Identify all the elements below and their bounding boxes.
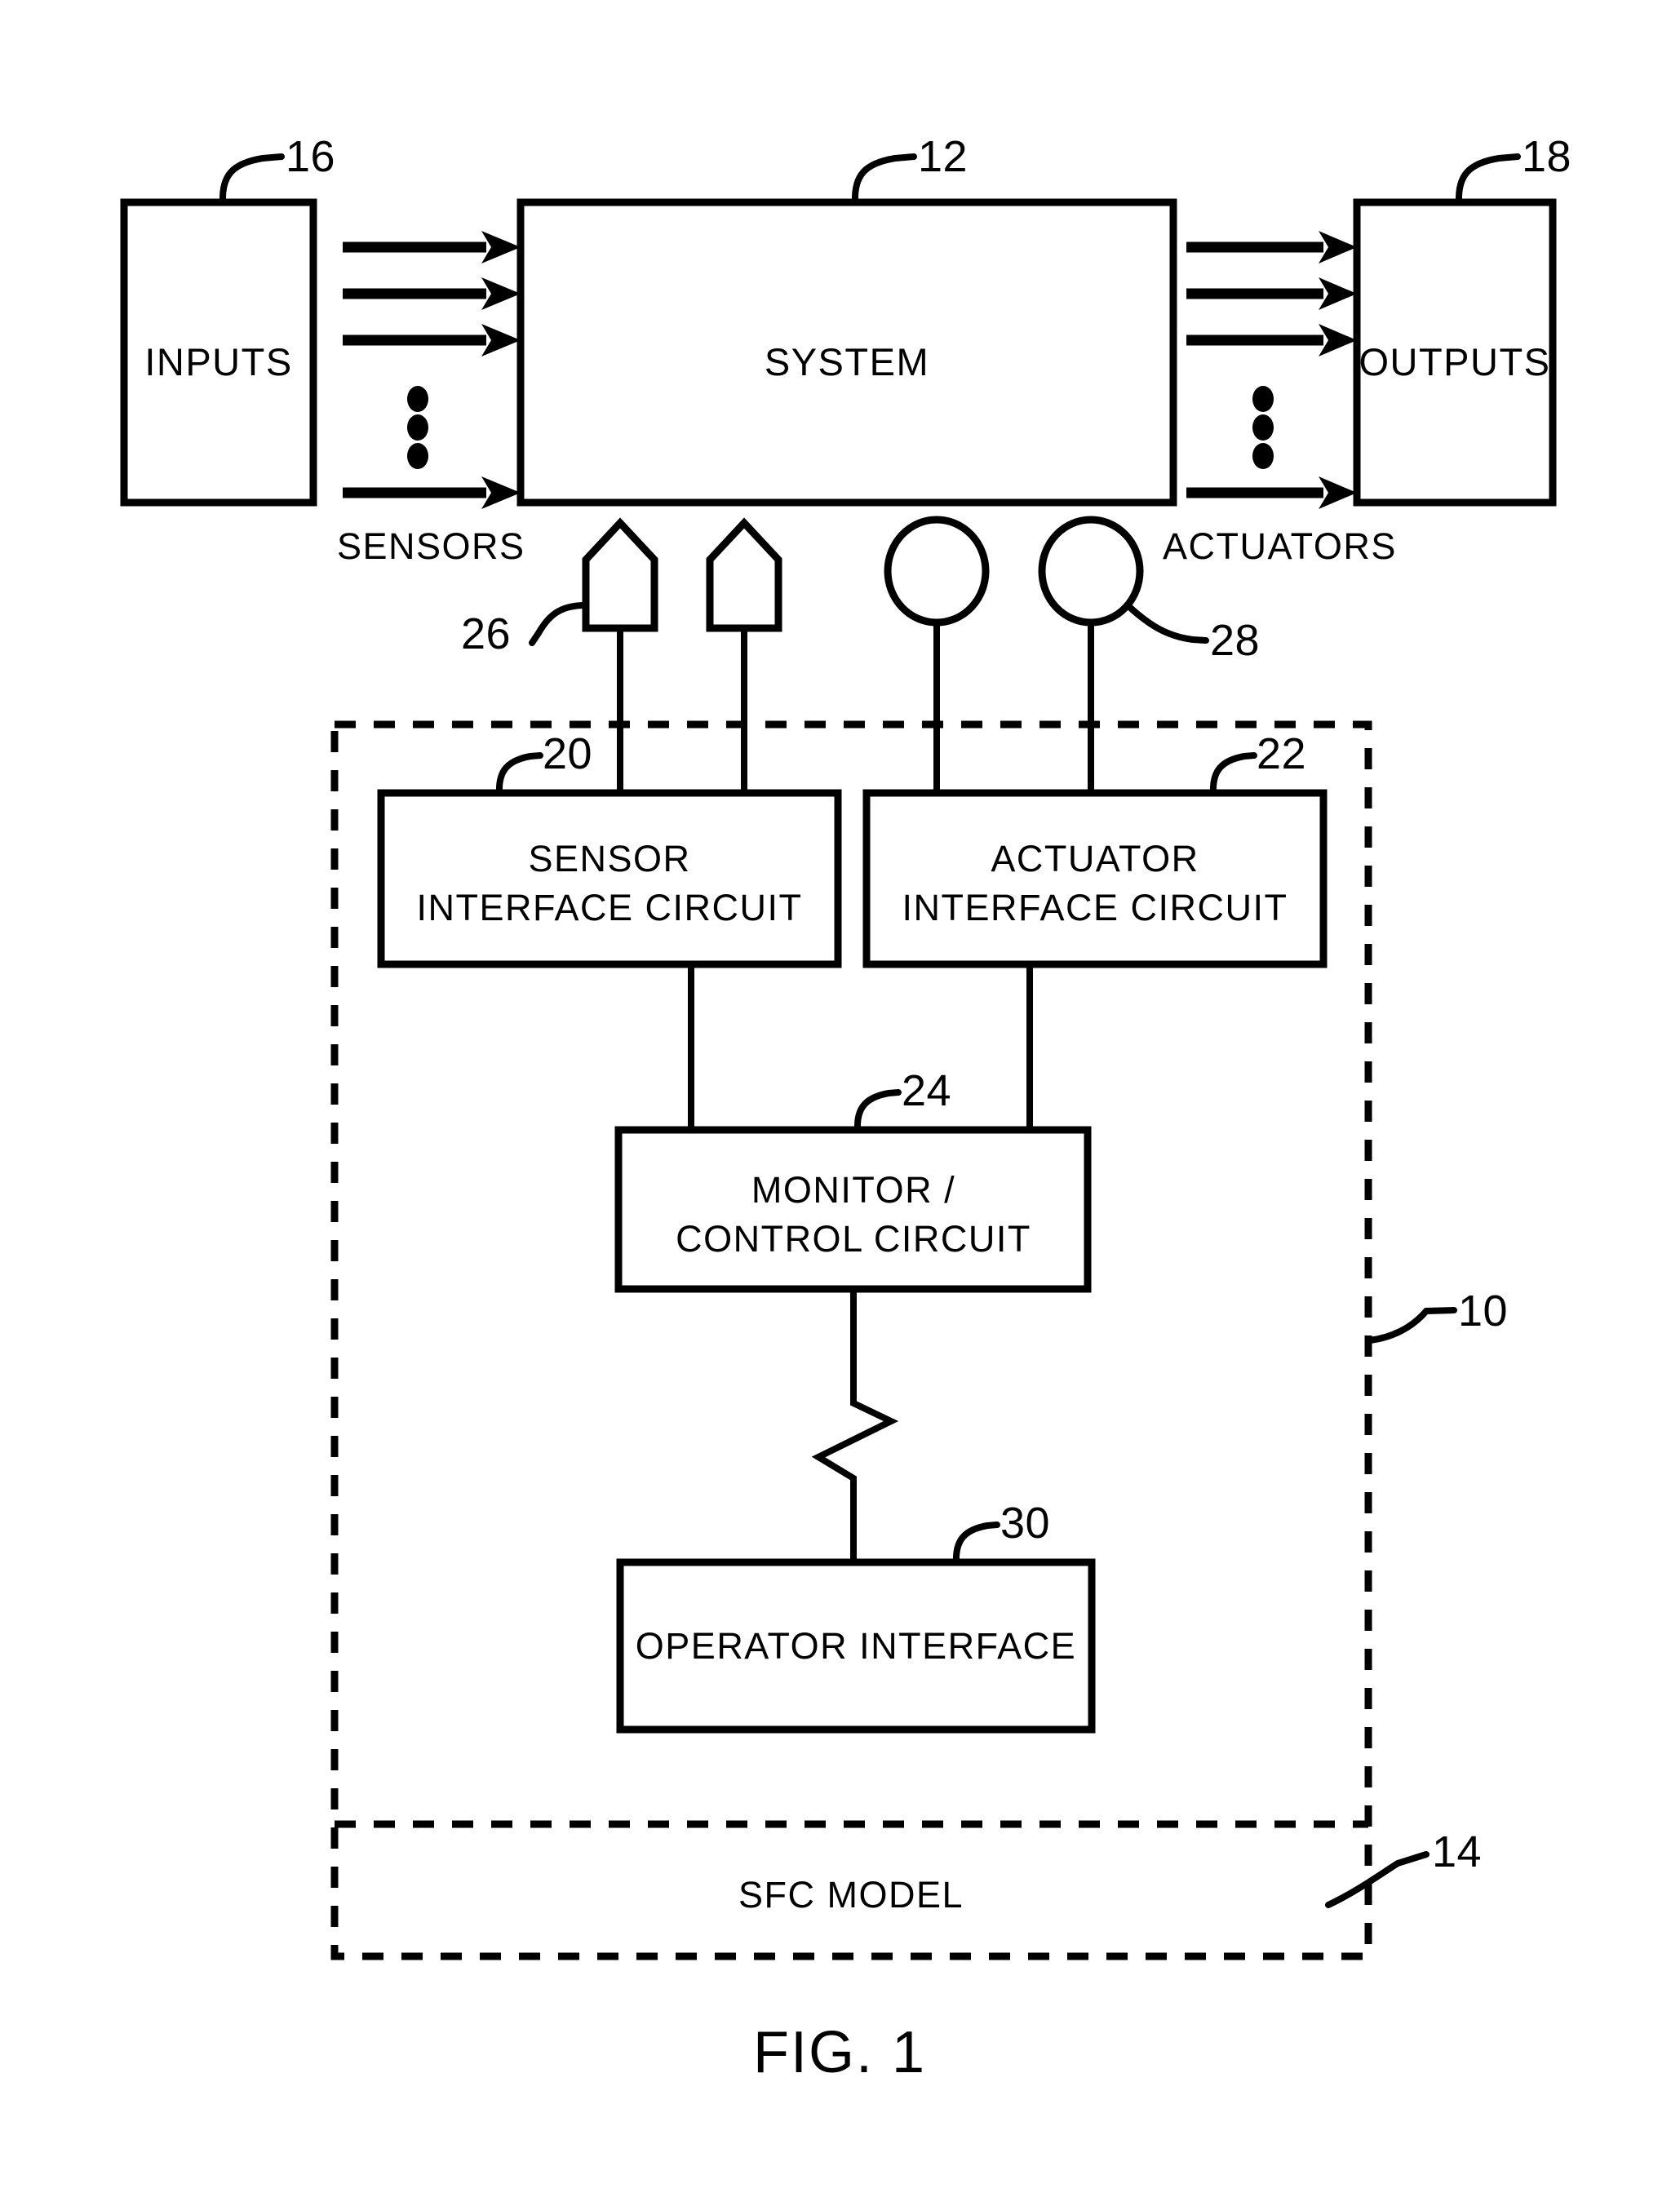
ref-10-group: 10 <box>1366 1287 1508 1344</box>
input-arrow-1 <box>343 231 521 264</box>
ref-22-leader-line <box>1209 752 1257 795</box>
input-arrow-3 <box>343 324 521 357</box>
ref-16-group: 16 <box>219 132 335 205</box>
system-block: SYSTEM <box>516 198 1177 507</box>
sensor-pentagon-icon-2 <box>706 517 782 632</box>
ref-22-group: 22 <box>1209 729 1306 795</box>
ref-24-leader-line <box>853 1089 902 1132</box>
sensor-pentagon-icon-1 <box>582 517 658 632</box>
ref-24-group: 24 <box>853 1066 951 1132</box>
figure-canvas: INPUTS 16 SYSTEM 12 OUTPUTS 18 SENSORS A… <box>120 132 1571 2085</box>
ref-20-group: 20 <box>495 729 592 795</box>
monitor-control-circuit-block: MONITOR / CONTROL CIRCUIT <box>614 1126 1092 1293</box>
sfc-model-label: SFC MODEL <box>738 1874 964 1916</box>
actuator-symbol-2 <box>1038 516 1144 793</box>
zigzag-break-symbol <box>811 1289 899 1562</box>
actuators-label: ACTUATORS <box>1163 525 1397 567</box>
figure-caption: FIG. 1 <box>753 2020 926 2085</box>
actuator-interface-circuit-block: ACTUATOR INTERFACE CIRCUIT <box>862 789 1328 968</box>
output-ellipsis-dots <box>1252 386 1274 469</box>
ref-28-leader-line <box>1124 602 1209 644</box>
output-arrow-1 <box>1186 231 1357 264</box>
input-arrow-2 <box>343 277 521 310</box>
ref-22-number: 22 <box>1257 729 1306 778</box>
ref-16-leader-line <box>219 153 285 205</box>
ref-14-number: 14 <box>1432 1827 1482 1876</box>
ref-18-group: 18 <box>1455 132 1571 205</box>
patent-figure: INPUTS 16 SYSTEM 12 OUTPUTS 18 SENSORS A… <box>0 0 1680 2197</box>
output-arrow-3 <box>1186 324 1357 357</box>
output-signal-arrows <box>1186 231 1357 509</box>
monitor-control-label-line2: CONTROL CIRCUIT <box>676 1218 1031 1260</box>
inputs-block: INPUTS <box>120 198 317 507</box>
ref-10-number: 10 <box>1458 1287 1508 1335</box>
outputs-label: OUTPUTS <box>1359 340 1550 383</box>
ref-30-group: 30 <box>952 1499 1050 1565</box>
sensor-symbol-1 <box>582 517 658 793</box>
ref-20-leader-line <box>495 752 543 795</box>
sensor-symbols <box>582 517 782 793</box>
inputs-label: INPUTS <box>144 340 292 383</box>
sensor-interface-circuit-label-line1: SENSOR <box>528 838 690 879</box>
ref-12-leader-line <box>851 153 917 205</box>
ref-28-group: 28 <box>1124 602 1260 665</box>
input-arrow-last <box>343 476 521 509</box>
ref-26-group: 26 <box>461 602 588 658</box>
ref-16-number: 16 <box>286 132 335 181</box>
input-ellipsis-dots <box>407 386 428 469</box>
sensor-interface-circuit-block: SENSOR INTERFACE CIRCUIT <box>377 789 842 968</box>
actuator-circle-icon-1 <box>884 516 990 627</box>
ref-12-group: 12 <box>851 132 968 205</box>
output-arrow-2 <box>1186 277 1357 310</box>
ref-20-number: 20 <box>543 729 592 778</box>
ref-30-number: 30 <box>1000 1499 1050 1548</box>
ref-12-number: 12 <box>918 132 968 181</box>
ref-14-group: 14 <box>1325 1827 1482 1908</box>
actuator-symbol-1 <box>884 516 990 793</box>
output-arrow-last <box>1186 476 1357 509</box>
ref-24-number: 24 <box>902 1066 951 1115</box>
ref-14-leader-line <box>1325 1851 1430 1908</box>
ref-28-number: 28 <box>1210 616 1260 665</box>
operator-interface-label: OPERATOR INTERFACE <box>636 1625 1076 1667</box>
system-label: SYSTEM <box>765 340 929 383</box>
ref-30-leader-line <box>952 1522 1000 1565</box>
outputs-block: OUTPUTS <box>1353 198 1557 507</box>
sensors-label: SENSORS <box>337 525 525 567</box>
sensor-symbol-2 <box>706 517 782 793</box>
ref-26-leader-line <box>529 602 588 646</box>
ref-18-number: 18 <box>1522 132 1571 181</box>
monitor-control-label-line1: MONITOR / <box>751 1169 955 1211</box>
actuator-interface-circuit-label-line1: ACTUATOR <box>991 838 1199 879</box>
input-signal-arrows <box>343 231 521 509</box>
operator-interface-block: OPERATOR INTERFACE <box>616 1558 1096 1734</box>
ref-10-leader-line <box>1366 1307 1457 1344</box>
actuator-interface-circuit-label-line2: INTERFACE CIRCUIT <box>902 887 1288 928</box>
break-connector <box>811 1289 899 1562</box>
ref-26-number: 26 <box>461 609 511 658</box>
ref-18-leader-line <box>1455 153 1521 205</box>
sensor-interface-circuit-label-line2: INTERFACE CIRCUIT <box>416 887 802 928</box>
actuator-symbols <box>884 516 1144 793</box>
